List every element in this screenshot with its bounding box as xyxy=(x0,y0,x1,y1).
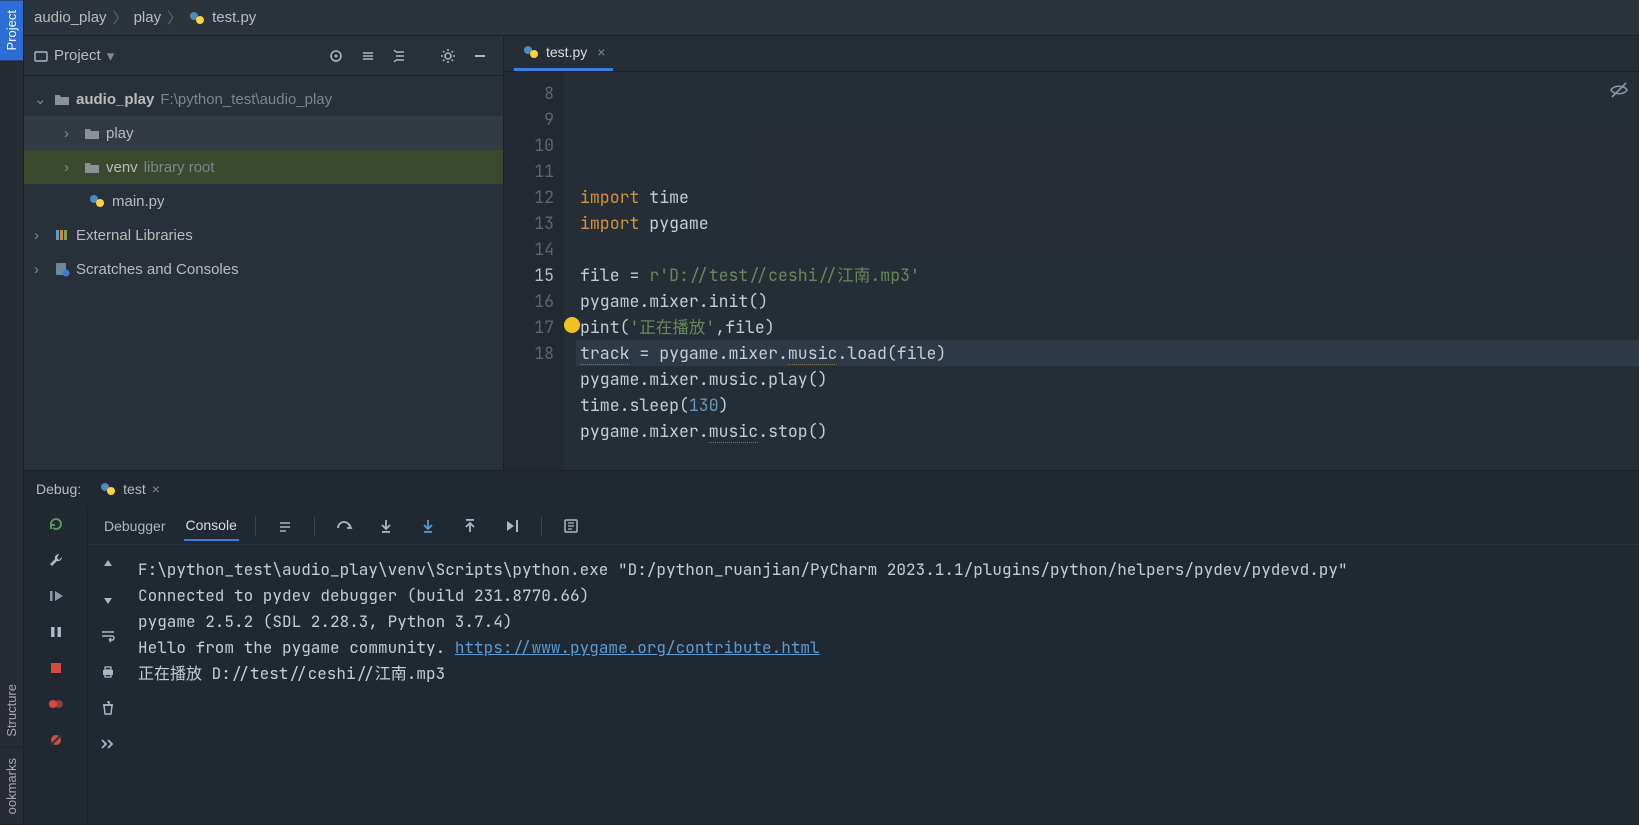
rail-tab-bookmarks[interactable]: ookmarks xyxy=(0,748,23,825)
console-action-bar xyxy=(88,545,128,825)
tree-external-libraries[interactable]: › External Libraries xyxy=(24,218,503,252)
rail-tab-structure[interactable]: Structure xyxy=(0,674,23,748)
tree-label: Scratches and Consoles xyxy=(76,261,239,278)
close-icon[interactable]: × xyxy=(597,44,605,60)
chevron-right-icon: › xyxy=(34,227,48,244)
step-into-icon[interactable] xyxy=(373,513,399,539)
rail-tab-project[interactable]: Project xyxy=(0,0,23,61)
debug-tool-window: Debug: test × xyxy=(24,470,1639,825)
project-panel-title[interactable]: Project xyxy=(54,47,101,64)
scroll-up-icon[interactable] xyxy=(97,553,119,575)
run-to-cursor-icon[interactable] xyxy=(499,513,525,539)
step-over-icon[interactable] xyxy=(331,513,357,539)
debug-label: Debug: xyxy=(36,481,81,497)
clear-icon[interactable] xyxy=(97,697,119,719)
stop-icon[interactable] xyxy=(45,657,67,679)
left-tool-rail: Project Structure ookmarks xyxy=(0,0,24,825)
step-into-my-icon[interactable] xyxy=(415,513,441,539)
debugger-tab[interactable]: Debugger xyxy=(102,512,168,540)
debug-run-name: test xyxy=(123,481,146,497)
reader-mode-icon[interactable] xyxy=(1609,80,1629,100)
tree-folder-play[interactable]: › play xyxy=(24,116,503,150)
python-file-icon xyxy=(522,43,540,61)
tree-root-name: audio_play xyxy=(76,91,154,108)
tree-label: play xyxy=(106,125,134,142)
soft-wrap-icon[interactable] xyxy=(97,625,119,647)
folder-icon xyxy=(84,160,100,174)
python-file-icon xyxy=(88,192,106,210)
editor-tab-label: test.py xyxy=(546,44,587,60)
rerun-icon[interactable] xyxy=(45,513,67,535)
breadcrumb: audio_play 〉 play 〉 test.py xyxy=(24,0,1639,36)
tree-folder-venv[interactable]: › venv library root xyxy=(24,150,503,184)
library-icon xyxy=(54,228,70,242)
tree-root[interactable]: ⌄ audio_play F:\python_test\audio_play xyxy=(24,82,503,116)
chevron-down-icon[interactable]: ▾ xyxy=(107,47,115,65)
locate-icon[interactable] xyxy=(323,43,349,69)
console-output[interactable]: F:\python_test\audio_play\venv\Scripts\p… xyxy=(128,545,1639,825)
tree-scratches[interactable]: › Scratches and Consoles xyxy=(24,252,503,286)
gear-icon[interactable] xyxy=(435,43,461,69)
step-icon[interactable] xyxy=(272,513,298,539)
editor-code[interactable]: import timeimport pygame file = r'D://te… xyxy=(564,72,1639,470)
chevron-right-icon: › xyxy=(34,261,48,278)
folder-icon xyxy=(84,126,100,140)
editor: test.py × 89101112131415161718 import ti… xyxy=(504,36,1639,470)
collapse-all-icon[interactable] xyxy=(387,43,413,69)
scratch-icon xyxy=(54,261,70,277)
tree-tag: library root xyxy=(144,159,215,176)
pause-icon[interactable] xyxy=(45,621,67,643)
console-tab[interactable]: Console xyxy=(184,511,239,541)
debug-action-bar xyxy=(24,507,88,825)
wrench-icon[interactable] xyxy=(45,549,67,571)
tree-file-main[interactable]: main.py xyxy=(24,184,503,218)
tree-label: External Libraries xyxy=(76,227,193,244)
hide-icon[interactable] xyxy=(467,43,493,69)
breadcrumb-item[interactable]: play xyxy=(134,9,162,26)
chevron-right-icon: › xyxy=(64,159,78,176)
show-prompt-icon[interactable] xyxy=(97,733,119,755)
tree-label: main.py xyxy=(112,193,165,210)
resume-icon[interactable] xyxy=(45,585,67,607)
evaluate-icon[interactable] xyxy=(558,513,584,539)
close-icon[interactable]: × xyxy=(152,481,160,497)
python-file-icon xyxy=(188,9,206,27)
expand-all-icon[interactable] xyxy=(355,43,381,69)
breadcrumb-item[interactable]: audio_play xyxy=(34,9,107,26)
project-tree[interactable]: ⌄ audio_play F:\python_test\audio_play ›… xyxy=(24,76,503,470)
view-breakpoints-icon[interactable] xyxy=(45,693,67,715)
mute-breakpoints-icon[interactable] xyxy=(45,729,67,751)
chevron-right-icon: 〉 xyxy=(167,7,182,28)
project-tool-window: Project ▾ ⌄ audio_play xyxy=(24,36,504,470)
project-dropdown-icon[interactable] xyxy=(34,49,48,63)
editor-tab-test[interactable]: test.py × xyxy=(514,36,613,71)
chevron-right-icon: › xyxy=(64,125,78,142)
folder-icon xyxy=(54,92,70,106)
tree-root-path: F:\python_test\audio_play xyxy=(160,91,332,108)
editor-gutter[interactable]: 89101112131415161718 xyxy=(504,72,564,470)
chevron-right-icon: 〉 xyxy=(113,7,128,28)
tree-label: venv xyxy=(106,159,138,176)
breadcrumb-item[interactable]: test.py xyxy=(212,9,256,26)
scroll-down-icon[interactable] xyxy=(97,589,119,611)
step-out-icon[interactable] xyxy=(457,513,483,539)
python-file-icon xyxy=(99,480,117,498)
chevron-down-icon: ⌄ xyxy=(34,90,48,108)
print-icon[interactable] xyxy=(97,661,119,683)
debug-run-tab[interactable]: test × xyxy=(93,476,166,502)
